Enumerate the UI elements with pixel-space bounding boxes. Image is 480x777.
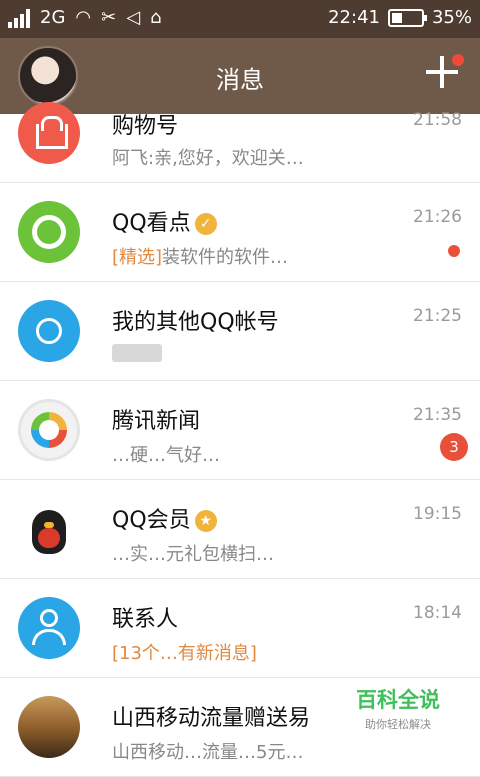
- watermark-subtitle: 助你轻松解决: [365, 718, 431, 731]
- page-title: 消息: [216, 66, 264, 94]
- home-icon: ⌂: [150, 7, 162, 28]
- conversation-preview: [13个…有新消息]: [112, 643, 257, 664]
- conversation-name: 联系人: [112, 607, 179, 632]
- conversation-item[interactable]: QQ看点 ✓ 21:26 [精选]装软件的软件…: [0, 183, 480, 282]
- conversation-time: 21:26: [413, 207, 462, 227]
- conversation-preview: 阿飞:亲,您好，欢迎关…: [112, 148, 304, 169]
- conversation-item[interactable]: 联系人 18:14 [13个…有新消息]: [0, 579, 480, 678]
- account-icon: [18, 300, 80, 362]
- status-bar: 2G ◠ ✂ ◁ ⌂ 22:41 35%: [0, 0, 480, 38]
- qq-read-icon: [18, 201, 80, 263]
- vip-icon: ★: [194, 510, 217, 532]
- conversation-name: 腾讯新闻: [112, 409, 201, 434]
- conversation-item[interactable]: 购物号 21:58 阿飞:亲,您好，欢迎关…: [0, 102, 480, 183]
- watermark-title: 百科全说: [356, 688, 440, 712]
- conversation-time: 21:35: [413, 405, 462, 425]
- conversation-time: 19:15: [413, 504, 462, 524]
- conversation-name: 我的其他QQ帐号: [112, 310, 279, 335]
- battery-icon: [387, 8, 427, 27]
- conversation-name: 山西移动流量赠送易: [112, 706, 311, 731]
- conversation-time: 21:58: [413, 110, 462, 130]
- scissors-icon: ✂: [101, 7, 117, 28]
- conversation-item[interactable]: 腾讯新闻 21:35 …硬…气好… 3: [0, 381, 480, 480]
- unread-dot: [448, 245, 460, 257]
- autumn-photo-avatar: [18, 696, 80, 758]
- verified-icon: ✓: [194, 213, 217, 235]
- conversation-preview: 山西移动…流量…5元…: [112, 742, 304, 763]
- conversation-list: 购物号 21:58 阿飞:亲,您好，欢迎关… QQ看点 ✓ 21:26 [精选]装…: [0, 102, 480, 777]
- conversation-item[interactable]: 我的其他QQ帐号 21:25: [0, 282, 480, 381]
- watermark: 百科全说 助你轻松解决: [356, 684, 440, 732]
- conversation-item[interactable]: QQ会员 ★ 19:15 …实…元礼包横扫…: [0, 480, 480, 579]
- conversation-preview: …实…元礼包横扫…: [112, 544, 274, 565]
- signal-icon: [8, 8, 30, 28]
- news-icon: [18, 399, 80, 461]
- conversation-name: QQ看点 ✓: [112, 205, 217, 237]
- contact-icon: [18, 597, 80, 659]
- header-bar: 消息: [0, 38, 480, 114]
- shopping-bag-icon: [18, 102, 80, 164]
- notification-dot: [452, 54, 464, 66]
- conversation-preview: [112, 342, 162, 363]
- conversation-preview: …硬…气好…: [112, 445, 220, 466]
- network-type: 2G: [40, 7, 66, 28]
- clock: 22:41: [328, 7, 380, 28]
- speaker-icon: ◁: [126, 7, 141, 28]
- battery-percent: 35%: [431, 7, 472, 28]
- conversation-time: 18:14: [413, 603, 462, 623]
- conversation-name: QQ会员 ★: [112, 502, 217, 534]
- penguin-icon: [18, 498, 80, 560]
- wifi-icon: ◠: [75, 7, 92, 28]
- conversation-name: 购物号: [112, 114, 179, 139]
- conversation-time: 21:25: [413, 306, 462, 326]
- conversation-preview: [精选]装软件的软件…: [112, 247, 289, 268]
- unread-count-badge: 3: [440, 433, 468, 461]
